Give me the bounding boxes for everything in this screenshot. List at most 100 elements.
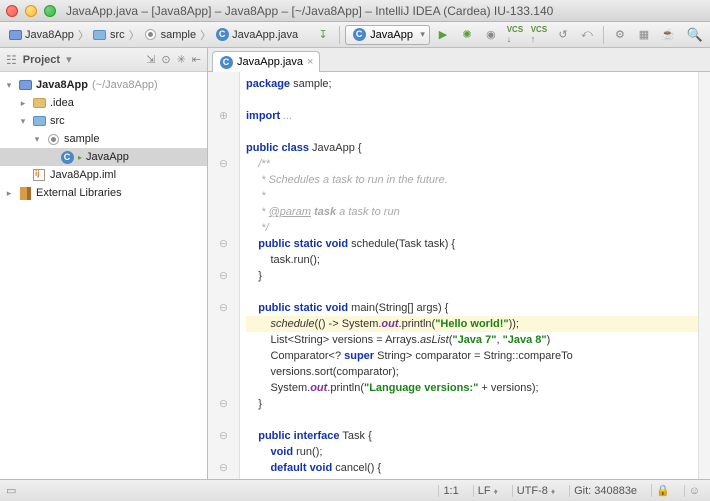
code-line[interactable] — [246, 124, 698, 140]
code-line[interactable]: * — [246, 188, 698, 204]
tree-arrow[interactable]: ▸ — [4, 188, 14, 199]
close-tab-button[interactable]: × — [307, 56, 313, 68]
breadcrumb-item[interactable]: CJavaApp.java — [211, 27, 302, 43]
vcs-update-button[interactable]: VCS↓ — [504, 25, 526, 45]
code-line[interactable]: } — [246, 396, 698, 412]
code-line[interactable] — [246, 92, 698, 108]
breadcrumb-item[interactable]: Java8App — [4, 27, 78, 43]
gutter-mark[interactable]: ⊖ — [208, 156, 239, 172]
gutter-mark[interactable] — [208, 332, 239, 348]
code-line[interactable]: default void cancel() { — [246, 460, 698, 476]
compile-button[interactable]: ↧ — [312, 25, 334, 45]
gutter-mark[interactable] — [208, 380, 239, 396]
gutter-mark[interactable]: ⊖ — [208, 300, 239, 316]
code-line[interactable]: System.out.println("Language versions:" … — [246, 380, 698, 396]
code-line[interactable]: versions.sort(comparator); — [246, 364, 698, 380]
status-bar-icon[interactable]: ▭ — [6, 484, 16, 497]
code-line[interactable]: public static void schedule(Task task) { — [246, 236, 698, 252]
vcs-history-button[interactable]: ↺ — [552, 25, 574, 45]
coverage-button[interactable]: ◉ — [480, 25, 502, 45]
debug-button[interactable]: ✺ — [456, 25, 478, 45]
git-branch[interactable]: Git: 340883e — [569, 485, 641, 497]
code-line[interactable]: /** — [246, 156, 698, 172]
tree-item[interactable]: ▾sample — [0, 130, 207, 148]
gutter-mark[interactable] — [208, 124, 239, 140]
vcs-revert-button[interactable]: ⤺ — [576, 25, 598, 45]
code-line[interactable] — [246, 412, 698, 428]
editor-gutter[interactable]: ⊕ ⊖ ⊖ ⊖ ⊖ ⊖ ⊖ ⊖ — [208, 72, 240, 479]
search-everywhere-button[interactable]: 🔍 — [684, 25, 706, 45]
gutter-mark[interactable] — [208, 188, 239, 204]
notifications-button[interactable]: ☺ — [684, 485, 704, 497]
code-line[interactable]: schedule(() -> System.out.println("Hello… — [246, 316, 698, 332]
code-line[interactable]: task.run(); — [246, 252, 698, 268]
editor-tab[interactable]: C JavaApp.java × — [212, 51, 320, 72]
collapse-all-button[interactable]: ⇲ — [146, 53, 155, 66]
gutter-mark[interactable] — [208, 172, 239, 188]
gutter-mark[interactable] — [208, 284, 239, 300]
code-line[interactable]: public interface Task { — [246, 428, 698, 444]
gutter-mark[interactable] — [208, 204, 239, 220]
gutter-mark[interactable]: ⊖ — [208, 268, 239, 284]
tree-arrow[interactable]: ▸ — [18, 98, 28, 109]
code-line[interactable] — [246, 284, 698, 300]
tree-item[interactable]: Java8App.iml — [0, 166, 207, 184]
code-line[interactable]: * Schedules a task to run in the future. — [246, 172, 698, 188]
gutter-mark[interactable] — [208, 220, 239, 236]
tree-arrow[interactable]: ▾ — [18, 116, 28, 127]
window-minimize-button[interactable] — [25, 5, 37, 17]
autoscroll-button[interactable]: ⊙ — [161, 53, 170, 66]
gutter-mark[interactable]: ⊖ — [208, 236, 239, 252]
gutter-mark[interactable] — [208, 412, 239, 428]
code-line[interactable]: } — [246, 268, 698, 284]
gutter-mark[interactable] — [208, 92, 239, 108]
tree-arrow[interactable]: ▾ — [4, 80, 14, 91]
code-line[interactable]: import ... — [246, 108, 698, 124]
tree-arrow[interactable]: ▾ — [32, 134, 42, 145]
gutter-mark[interactable] — [208, 140, 239, 156]
tool-settings-button[interactable]: ✳ — [177, 53, 186, 66]
gutter-mark[interactable]: ⊖ — [208, 396, 239, 412]
tree-item[interactable]: ▾Java8App (~/Java8App) — [0, 76, 207, 94]
caret-position[interactable]: 1:1 — [438, 485, 462, 497]
code-editor[interactable]: ⊕ ⊖ ⊖ ⊖ ⊖ ⊖ ⊖ ⊖ package sample; import ... publ… — [208, 72, 710, 479]
code-line[interactable]: public static void main(String[] args) { — [246, 300, 698, 316]
editor-scrollbar[interactable] — [698, 72, 710, 479]
code-line[interactable]: */ — [246, 220, 698, 236]
project-tree[interactable]: ▾Java8App (~/Java8App)▸.idea▾src▾sampleC… — [0, 72, 207, 479]
gutter-mark[interactable] — [208, 316, 239, 332]
code-line[interactable]: void run(); — [246, 444, 698, 460]
gutter-mark[interactable] — [208, 364, 239, 380]
file-encoding[interactable]: UTF-8 ♦ — [512, 485, 559, 497]
window-close-button[interactable] — [6, 5, 18, 17]
breadcrumb-item[interactable]: src — [89, 27, 129, 43]
gutter-mark[interactable] — [208, 76, 239, 92]
run-config-selector[interactable]: C JavaApp — [345, 25, 430, 45]
gutter-mark[interactable] — [208, 252, 239, 268]
gutter-mark[interactable]: ⊕ — [208, 108, 239, 124]
project-structure-button[interactable]: ▦ — [633, 25, 655, 45]
code-line[interactable]: public class JavaApp { — [246, 140, 698, 156]
code-line[interactable]: * @param task a task to run — [246, 204, 698, 220]
run-button[interactable]: ▶ — [432, 25, 454, 45]
code-line[interactable]: package sample; — [246, 76, 698, 92]
breadcrumb-item[interactable]: sample — [140, 27, 200, 43]
window-zoom-button[interactable] — [44, 5, 56, 17]
gutter-mark[interactable]: ⊖ — [208, 460, 239, 476]
tree-item[interactable]: ▾src — [0, 112, 207, 130]
gutter-mark[interactable] — [208, 444, 239, 460]
code-line[interactable]: List<String> versions = Arrays.asList("J… — [246, 332, 698, 348]
settings-button[interactable]: ⚙ — [609, 25, 631, 45]
code-line[interactable]: Comparator<? super String> comparator = … — [246, 348, 698, 364]
vcs-commit-button[interactable]: VCS↑ — [528, 25, 550, 45]
tree-item[interactable]: ▸External Libraries — [0, 184, 207, 202]
sdk-button[interactable]: ☕ — [657, 25, 679, 45]
lock-indicator[interactable]: 🔒 — [651, 484, 674, 497]
tree-item[interactable]: ▸.idea — [0, 94, 207, 112]
gutter-mark[interactable] — [208, 348, 239, 364]
gutter-mark[interactable]: ⊖ — [208, 428, 239, 444]
hide-tool-button[interactable]: ⇤ — [192, 53, 201, 66]
editor-content[interactable]: package sample; import ... public class … — [240, 72, 698, 479]
tree-item[interactable]: C ▸JavaApp — [0, 148, 207, 166]
line-separator[interactable]: LF ♦ — [473, 485, 502, 497]
